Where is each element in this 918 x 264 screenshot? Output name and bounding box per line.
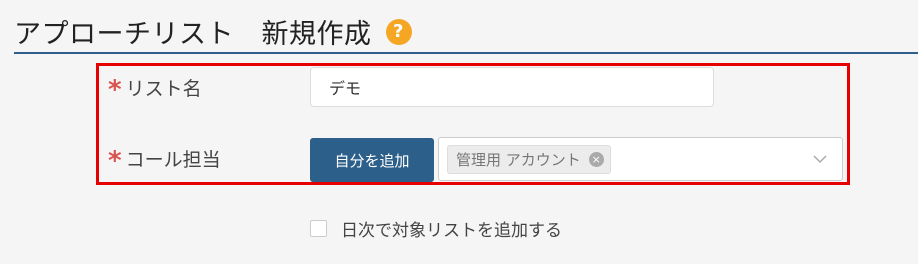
help-icon[interactable]: ? bbox=[385, 18, 412, 45]
call-owner-label-text: コール担当 bbox=[125, 149, 221, 171]
list-name-label: * リスト名 bbox=[108, 74, 202, 105]
required-mark: * bbox=[108, 145, 122, 176]
close-icon[interactable]: × bbox=[588, 151, 604, 167]
daily-add-checkbox[interactable] bbox=[310, 220, 327, 237]
list-name-value: デモ bbox=[329, 79, 362, 98]
add-self-button[interactable]: 自分を追加 bbox=[310, 138, 434, 182]
call-owner-label: * コール担当 bbox=[108, 145, 221, 176]
chevron-down-icon[interactable] bbox=[812, 151, 828, 171]
list-name-input[interactable]: デモ bbox=[310, 67, 714, 107]
page-title-text: アプローチリスト 新規作成 bbox=[14, 19, 372, 50]
daily-add-row: 日次で対象リストを追加する bbox=[310, 216, 562, 241]
tag-chip: 管理用 アカウント × bbox=[447, 144, 611, 174]
call-owner-select[interactable]: 管理用 アカウント × bbox=[438, 137, 843, 181]
list-name-label-text: リスト名 bbox=[125, 78, 202, 100]
required-mark: * bbox=[108, 74, 122, 105]
daily-add-label: 日次で対象リストを追加する bbox=[341, 221, 562, 241]
title-divider bbox=[14, 52, 918, 54]
page-title: アプローチリスト 新規作成 ? bbox=[14, 12, 412, 51]
tag-chip-label: 管理用 アカウント bbox=[456, 150, 581, 169]
